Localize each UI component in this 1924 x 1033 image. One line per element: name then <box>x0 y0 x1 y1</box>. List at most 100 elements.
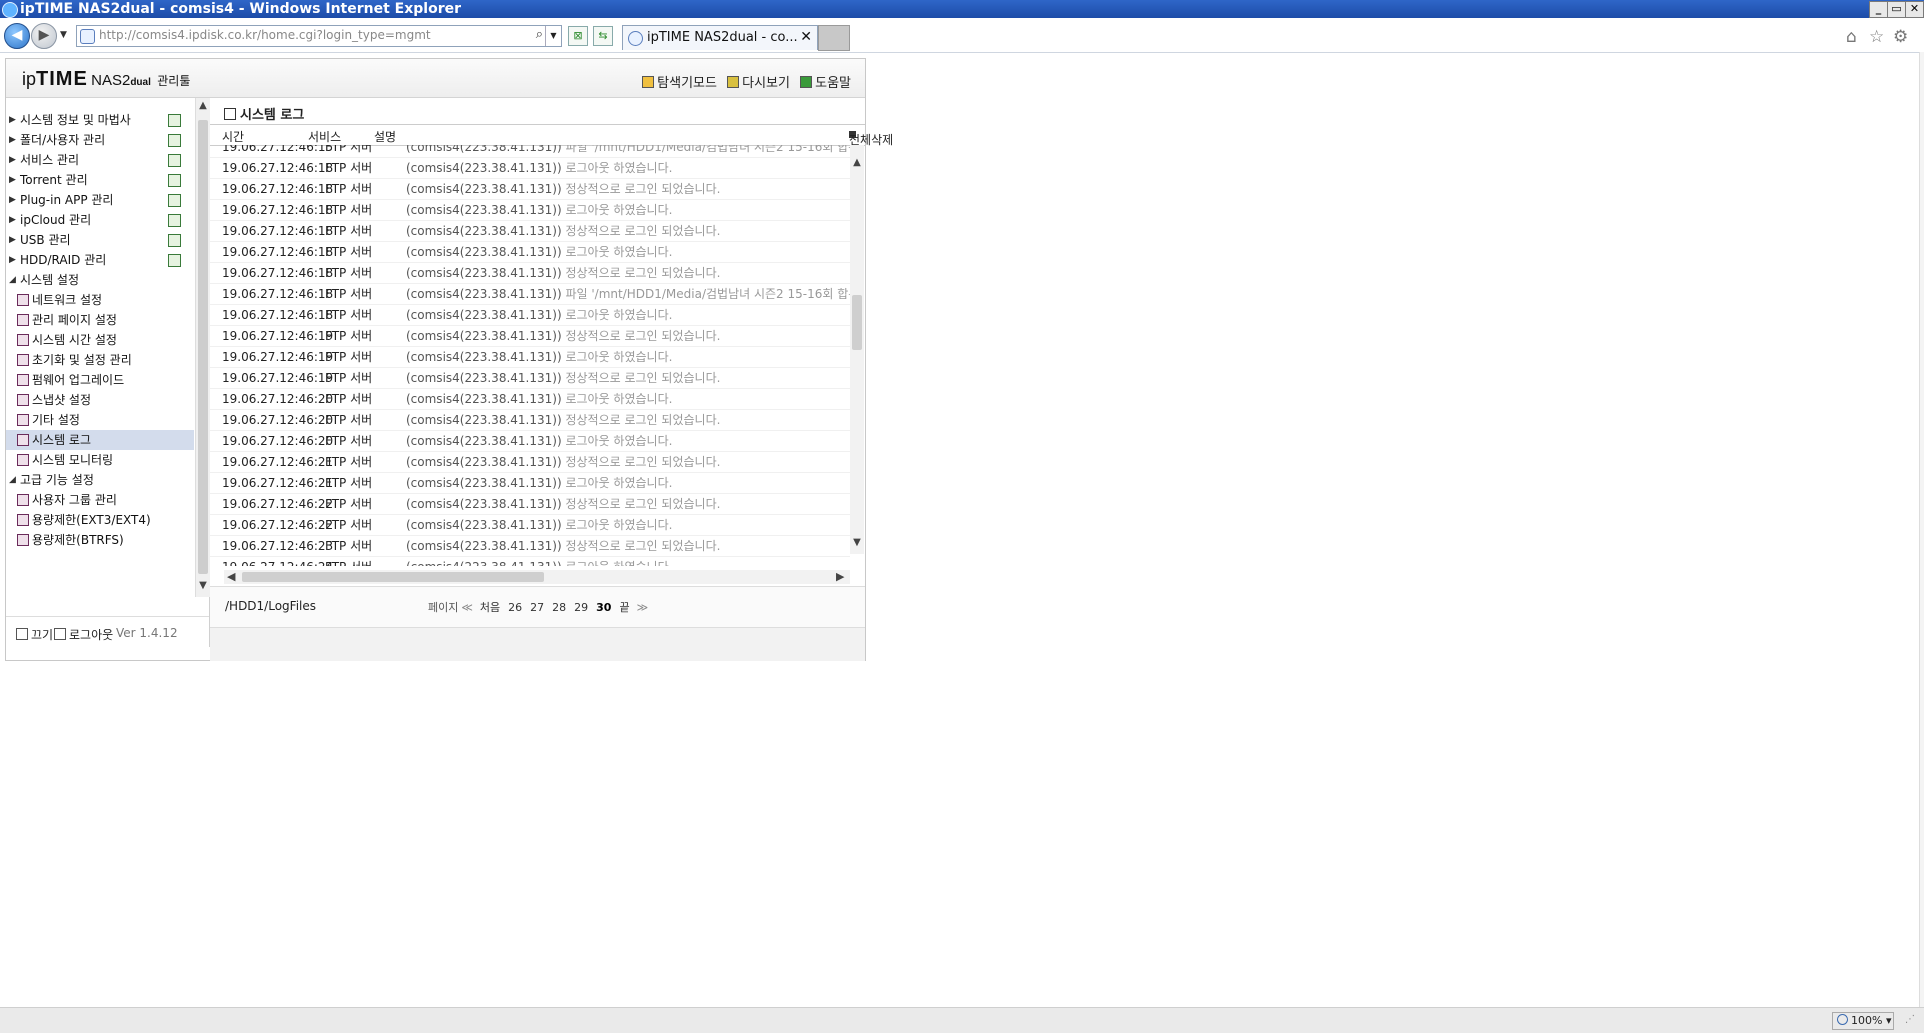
settings-item-icon <box>17 354 29 366</box>
log-table[interactable]: 19.06.27.12:46:15 FTP 서버 (comsis4(223.38.4… <box>210 145 850 566</box>
settings-item-icon <box>17 294 29 306</box>
log-time: 19.06.27.12:46:15 <box>222 145 334 154</box>
log-user: (comsis4(223.38.41.131)) <box>406 287 562 301</box>
sidebar-item[interactable]: ▶ Plug-in APP 관리 <box>6 190 194 210</box>
scroll-up-icon[interactable]: ▲ <box>196 100 210 114</box>
log-vertical-scrollbar[interactable]: ▲ ▼ <box>850 145 864 554</box>
sidebar-item[interactable]: 관리 페이지 설정 <box>6 310 194 330</box>
sidebar-item[interactable]: 초기화 및 설정 관리 <box>6 350 194 370</box>
sidebar-item[interactable]: 용량제한(BTRFS) <box>6 530 194 550</box>
sidebar-scroll-thumb[interactable] <box>198 120 208 574</box>
pager-page-link[interactable]: 29 <box>574 601 588 614</box>
log-time: 19.06.27.12:46:24 <box>222 557 333 566</box>
pager-page-link[interactable]: 30 <box>596 601 611 614</box>
sidebar-item[interactable]: 스냅샷 설정 <box>6 390 194 410</box>
sidebar-item[interactable]: 용량제한(EXT3/EXT4) <box>6 510 194 530</box>
sidebar-item[interactable]: 시스템 시간 설정 <box>6 330 194 350</box>
sidebar-item[interactable]: ◢ 고급 기능 설정 <box>6 470 194 490</box>
back-button[interactable]: ◀ <box>4 23 30 49</box>
log-time: 19.06.27.12:46:18 <box>222 182 334 196</box>
sidebar-item[interactable]: ▶ HDD/RAID 관리 <box>6 250 194 270</box>
log-time: 19.06.27.12:46:19 <box>222 350 334 364</box>
log-desc: (comsis4(223.38.41.131)) 로그아웃 하였습니다. <box>406 389 672 409</box>
address-bar[interactable]: http://comsis4.ipdisk.co.kr/home.cgi?log… <box>76 25 562 47</box>
zoom-icon <box>1837 1014 1848 1025</box>
log-time: 19.06.27.12:46:20 <box>222 392 334 406</box>
restore-button[interactable]: ▭ <box>1887 1 1906 18</box>
gear-icon[interactable]: ⚙ <box>1893 27 1908 47</box>
scroll-down-icon[interactable]: ▼ <box>196 580 210 594</box>
search-icon[interactable]: ⌕ <box>536 27 543 42</box>
page-scrollbar[interactable] <box>1919 52 1924 1007</box>
logout-button[interactable]: 로그아웃 <box>54 626 113 643</box>
logo-dual: dual <box>130 77 151 88</box>
log-desc: (comsis4(223.38.41.131)) 정상적으로 로그인 되었습니다… <box>406 221 720 241</box>
log-horizontal-scrollbar[interactable]: ◀ ▶ <box>224 570 850 584</box>
log-service: FTP 서버 <box>325 287 373 301</box>
pager-next-button[interactable]: ≫ <box>637 601 649 614</box>
zoom-control[interactable]: 100% ▾ <box>1832 1012 1894 1030</box>
home-icon[interactable]: ⌂ <box>1846 27 1857 47</box>
log-hscroll-thumb[interactable] <box>242 572 544 582</box>
sidebar-item[interactable]: 사용자 그룹 관리 <box>6 490 194 510</box>
help-link[interactable]: 도움말 <box>800 76 851 91</box>
log-user: (comsis4(223.38.41.131)) <box>406 266 562 280</box>
sidebar-item[interactable]: ▶ 시스템 정보 및 마법사 <box>6 110 194 130</box>
scroll-right-icon[interactable]: ▶ <box>836 570 844 583</box>
sidebar-item[interactable]: ▶ 서비스 관리 <box>6 150 194 170</box>
address-url[interactable]: http://comsis4.ipdisk.co.kr/home.cgi?log… <box>99 28 431 42</box>
pager-prev-button[interactable]: ≪ <box>461 601 473 614</box>
close-window-button[interactable]: ✕ <box>1905 1 1924 18</box>
sidebar-item-label: 폴더/사용자 관리 <box>20 133 106 147</box>
table-row: 19.06.27.12:46:20 FTP 서버 (comsis4(223.38.4… <box>210 389 850 410</box>
power-off-button[interactable]: 끄기 <box>16 626 53 643</box>
refresh-icon[interactable]: ⇆ <box>593 26 613 46</box>
sidebar-item[interactable]: ▶ ipCloud 관리 <box>6 210 194 230</box>
sidebar-item-label: 시스템 모니터링 <box>32 453 114 467</box>
log-scroll-thumb[interactable] <box>852 295 862 350</box>
resize-grip-icon[interactable]: ⋰ <box>1905 1014 1915 1025</box>
scroll-up-icon[interactable]: ▲ <box>850 157 864 171</box>
scroll-left-icon[interactable]: ◀ <box>227 570 235 583</box>
reload-link[interactable]: 다시보기 <box>727 76 790 91</box>
forward-button[interactable]: ▶ <box>31 23 57 49</box>
table-row: 19.06.27.12:46:18 FTP 서버 (comsis4(223.38.4… <box>210 284 850 305</box>
tab-close-icon[interactable]: ✕ <box>800 29 812 45</box>
log-time: 19.06.27.12:46:23 <box>222 539 334 553</box>
log-user: (comsis4(223.38.41.131)) <box>406 476 562 490</box>
history-dropdown-icon[interactable]: ▼ <box>60 30 67 40</box>
collapsed-arrow-icon: ▶ <box>9 215 16 225</box>
log-desc: (comsis4(223.38.41.131)) 로그아웃 하였습니다. <box>406 158 672 178</box>
sidebar-item-label: Plug-in APP 관리 <box>20 193 114 207</box>
panel-title-text: 시스템 로그 <box>240 108 305 123</box>
log-desc: (comsis4(223.38.41.131)) 로그아웃 하였습니다. <box>406 305 672 325</box>
new-tab-button[interactable] <box>818 25 850 51</box>
sidebar-item[interactable]: 시스템 로그 <box>6 430 194 450</box>
sidebar-item[interactable]: 네트워크 설정 <box>6 290 194 310</box>
pager-page-link[interactable]: 27 <box>530 601 544 614</box>
sidebar-item[interactable]: ▶ Torrent 관리 <box>6 170 194 190</box>
log-desc: (comsis4(223.38.41.131)) 로그아웃 하였습니다. <box>406 200 672 220</box>
favorites-star-icon[interactable]: ☆ <box>1869 27 1884 47</box>
sidebar-item[interactable]: 기타 설정 <box>6 410 194 430</box>
explorer-mode-link[interactable]: 탐색기모드 <box>642 76 717 91</box>
pager-page-link[interactable]: 26 <box>508 601 522 614</box>
table-row: 19.06.27.12:46:18 FTP 서버 (comsis4(223.38.4… <box>210 158 850 179</box>
sidebar-item[interactable]: ▶ USB 관리 <box>6 230 194 250</box>
compat-view-icon[interactable]: ⊠ <box>568 26 588 46</box>
sidebar-item[interactable]: 시스템 모니터링 <box>6 450 194 470</box>
sidebar-item[interactable]: ◢ 시스템 설정 <box>6 270 194 290</box>
sidebar: ▶ 시스템 정보 및 마법사 ▶ 폴더/사용자 관리 ▶ 서비스 관리 ▶ Torrent 관… <box>6 98 210 647</box>
pager-first-button[interactable]: 처음 <box>480 601 500 614</box>
tab-nas[interactable]: ipTIME NAS2dual - co... ✕ <box>622 25 818 50</box>
sidebar-item[interactable]: ▶ 폴더/사용자 관리 <box>6 130 194 150</box>
scroll-down-icon[interactable]: ▼ <box>850 537 864 551</box>
address-dropdown-icon[interactable]: ▼ <box>545 26 561 46</box>
minimize-button[interactable]: _ <box>1869 1 1888 18</box>
pager-last-button[interactable]: 끝 <box>619 601 629 614</box>
sidebar-scrollbar[interactable]: ▲ ▼ <box>195 98 210 597</box>
pager-page-link[interactable]: 28 <box>552 601 566 614</box>
log-desc: (comsis4(223.38.41.131)) 정상적으로 로그인 되었습니다… <box>406 536 720 556</box>
sidebar-item[interactable]: 펌웨어 업그레이드 <box>6 370 194 390</box>
table-row: 19.06.27.12:46:20 FTP 서버 (comsis4(223.38.4… <box>210 410 850 431</box>
